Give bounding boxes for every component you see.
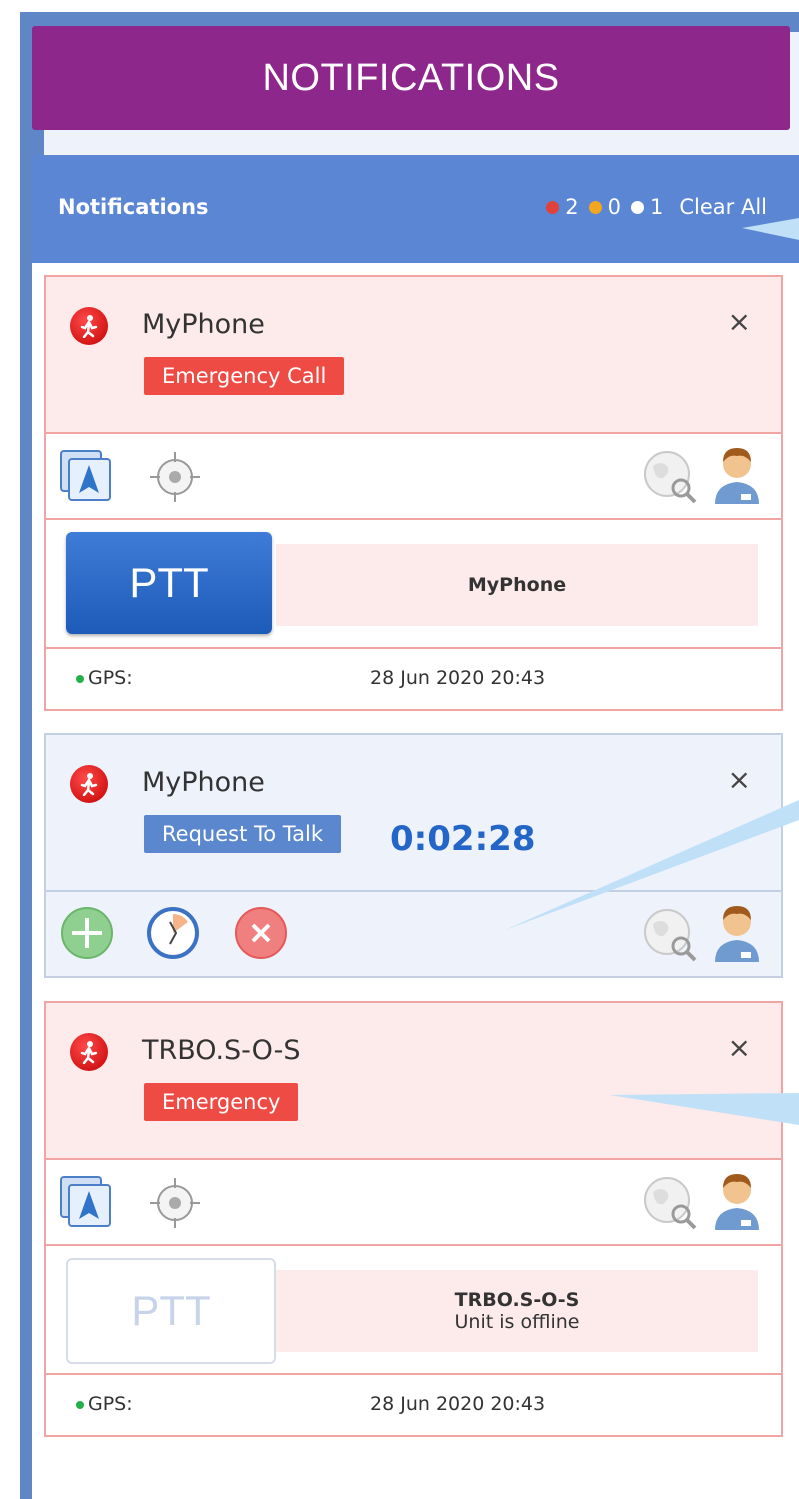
card-header: TRBO.S-O-S × Emergency [46, 1003, 781, 1160]
red-dot-icon [546, 200, 560, 214]
emergency-run-icon [70, 307, 108, 345]
gps-time: 28 Jun 2020 20:43 [370, 1393, 546, 1415]
ptt-unit-status: Unit is offline [454, 1311, 580, 1333]
orange-dot-icon [588, 200, 602, 214]
card-actions [46, 1160, 781, 1246]
accept-plus-icon[interactable] [60, 906, 114, 960]
ptt-info: MyPhone [276, 544, 758, 626]
ptt-button[interactable]: PTT [66, 532, 272, 634]
page-title: NOTIFICATIONS [32, 26, 790, 130]
globe-search-icon[interactable] [641, 1174, 699, 1232]
card-header: MyPhone × Emergency Call [46, 277, 781, 434]
ptt-row: PTT TRBO.S-O-S Unit is offline [46, 1246, 781, 1375]
ptt-info: TRBO.S-O-S Unit is offline [276, 1270, 758, 1352]
card-actions [46, 434, 781, 520]
gps-row: GPS: 28 Jun 2020 20:43 [46, 1375, 781, 1435]
emergency-run-icon [70, 1033, 108, 1071]
notification-counts: 2 0 1 Clear All [546, 195, 767, 219]
card-actions [46, 892, 781, 976]
notification-list: MyPhone × Emergency Call PTT MyPhone GPS… [32, 263, 799, 1499]
user-profile-icon[interactable] [711, 444, 763, 506]
count-orange: 0 [588, 195, 621, 219]
count-white: 1 [630, 195, 664, 219]
gps-label: GPS: [88, 667, 133, 689]
white-dot-icon [630, 200, 644, 214]
notifications-subheader: Notifications 2 0 1 Clear All [32, 155, 799, 263]
request-timer: 0:02:28 [390, 819, 536, 859]
gps-status-dot-icon [76, 675, 84, 683]
target-locate-icon[interactable] [148, 450, 202, 504]
target-locate-icon[interactable] [148, 1176, 202, 1230]
ptt-row: PTT MyPhone [46, 520, 781, 649]
status-badge: Emergency [144, 1083, 299, 1121]
close-icon[interactable]: × [728, 1031, 751, 1064]
ptt-unit-name: MyPhone [467, 574, 567, 596]
globe-search-icon[interactable] [641, 448, 699, 506]
close-icon[interactable]: × [728, 305, 751, 338]
gps-status-dot-icon [76, 1401, 84, 1409]
status-badge: Emergency Call [144, 357, 345, 395]
gps-time: 28 Jun 2020 20:43 [370, 667, 546, 689]
card-header: MyPhone × Request To Talk 0:02:28 [46, 735, 781, 892]
count-orange-value: 0 [607, 195, 621, 219]
notification-card: MyPhone × Request To Talk 0:02:28 [44, 733, 783, 978]
gps-row: GPS: 28 Jun 2020 20:43 [46, 649, 781, 709]
globe-search-icon[interactable] [641, 906, 699, 964]
reject-x-icon[interactable] [234, 906, 288, 960]
ptt-button[interactable]: PTT [66, 1258, 276, 1364]
count-red: 2 [546, 195, 579, 219]
notification-card: MyPhone × Emergency Call PTT MyPhone GPS… [44, 275, 783, 711]
card-title: TRBO.S-O-S [142, 1035, 301, 1066]
close-icon[interactable]: × [728, 763, 751, 796]
map-navigate-icon[interactable] [60, 450, 112, 502]
gps-label: GPS: [88, 1393, 133, 1415]
card-title: MyPhone [142, 767, 265, 798]
card-title: MyPhone [142, 309, 265, 340]
notification-card: TRBO.S-O-S × Emergency PTT TRBO.S-O-S Un… [44, 1001, 783, 1437]
status-badge: Request To Talk [144, 815, 341, 853]
count-red-value: 2 [565, 195, 579, 219]
emergency-run-icon [70, 765, 108, 803]
user-profile-icon[interactable] [711, 1170, 763, 1232]
count-white-value: 1 [649, 195, 664, 219]
clock-icon[interactable] [146, 906, 200, 960]
user-profile-icon[interactable] [711, 902, 763, 964]
notifications-label: Notifications [58, 195, 209, 219]
clear-all-link[interactable]: Clear All [679, 195, 767, 219]
ptt-unit-name: TRBO.S-O-S [454, 1289, 580, 1311]
map-navigate-icon[interactable] [60, 1176, 112, 1228]
